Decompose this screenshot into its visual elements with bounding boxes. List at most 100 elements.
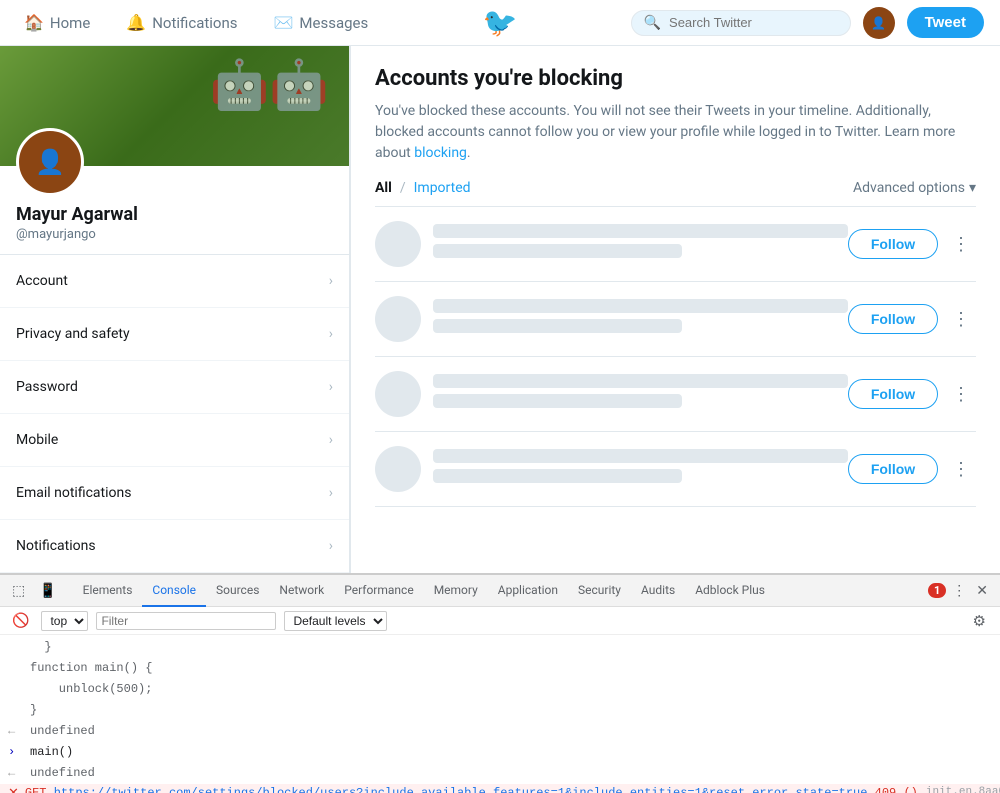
blocked-item: Follow ⋮ — [375, 282, 976, 357]
console-log-level-selector[interactable]: Default levels — [284, 611, 387, 631]
tab-security-label: Security — [578, 583, 621, 597]
blocked-actions: Follow ⋮ — [848, 229, 976, 259]
main-content: Accounts you're blocking You've blocked … — [350, 46, 1000, 573]
follow-button[interactable]: Follow — [848, 304, 938, 334]
menu-label-password: Password — [16, 379, 78, 395]
user-avatar[interactable]: 👤 — [863, 7, 895, 39]
more-options-button[interactable]: ⋮ — [946, 230, 976, 259]
tab-memory[interactable]: Memory — [424, 575, 488, 607]
profile-handle: @mayurjango — [16, 227, 333, 242]
console-output-undefined-2: ← undefined — [0, 763, 1000, 784]
devtools-device-button[interactable]: 📱 — [35, 580, 60, 601]
console-toolbar: 🚫 top Default levels ⚙ — [0, 607, 1000, 635]
nav-notifications[interactable]: 🔔 Notifications — [118, 9, 245, 36]
nav-home[interactable]: 🏠 Home — [16, 9, 98, 36]
placeholder-handle — [433, 469, 682, 483]
console-settings-button[interactable]: ⚙ — [967, 610, 992, 632]
cover-decoration: 🤖🤖 — [209, 56, 329, 113]
more-options-button[interactable]: ⋮ — [946, 305, 976, 334]
sidebar-item-mobile[interactable]: Mobile › — [0, 414, 349, 467]
search-input[interactable] — [669, 15, 838, 30]
chevron-right-icon: › — [329, 379, 333, 395]
console-body: } function main() { unblock(500); } ← un… — [0, 635, 1000, 793]
tab-elements[interactable]: Elements — [73, 575, 143, 607]
blocked-item: Follow ⋮ — [375, 207, 976, 282]
console-input-prompt: › — [8, 743, 22, 761]
advanced-options-label: Advanced options — [853, 180, 965, 196]
topnav-right: 🔍 👤 Tweet — [517, 7, 984, 39]
follow-button[interactable]: Follow — [848, 454, 938, 484]
console-code: } — [30, 638, 992, 656]
devtools-tabs-bar: ⬚ 📱 Elements Console Sources Network Per… — [0, 575, 1000, 607]
blocking-link[interactable]: blocking — [414, 145, 467, 161]
chevron-right-icon: › — [329, 485, 333, 501]
twitter-logo: 🐦 — [483, 6, 518, 39]
menu-label-mobile: Mobile — [16, 432, 58, 448]
nav-messages[interactable]: ✉️ Messages — [266, 9, 377, 36]
follow-button[interactable]: Follow — [848, 379, 938, 409]
filter-tabs: All / Imported — [375, 180, 471, 196]
tab-adblock[interactable]: Adblock Plus — [685, 575, 775, 607]
console-output-text: undefined — [30, 764, 992, 782]
tab-audits-label: Audits — [641, 583, 675, 597]
tab-console[interactable]: Console — [142, 575, 206, 607]
devtools-close-button[interactable]: ✕ — [972, 580, 992, 601]
error-file: init.en.8aa0e90...is:14 — [918, 786, 1000, 793]
sidebar-item-password[interactable]: Password › — [0, 361, 349, 414]
menu-label-privacy: Privacy and safety — [16, 326, 130, 342]
console-code: function main() { — [30, 659, 992, 677]
main-layout: 🤖🤖 👤 Mayur Agarwal @mayurjango Account ›… — [0, 46, 1000, 573]
sidebar-item-notifications[interactable]: Notifications › — [0, 520, 349, 573]
console-output-undefined-1: ← undefined — [0, 721, 1000, 742]
placeholder-name — [433, 224, 848, 238]
tab-elements-label: Elements — [83, 583, 133, 597]
console-filter-input[interactable] — [96, 612, 276, 630]
sidebar: 🤖🤖 👤 Mayur Agarwal @mayurjango Account ›… — [0, 46, 350, 573]
sidebar-item-privacy[interactable]: Privacy and safety › — [0, 308, 349, 361]
sidebar-item-email-notifications[interactable]: Email notifications › — [0, 467, 349, 520]
tab-console-label: Console — [152, 583, 196, 597]
console-context-selector[interactable]: top — [41, 611, 88, 631]
filter-imported[interactable]: Imported — [414, 180, 471, 196]
devtools-left-icons: ⬚ 📱 — [8, 580, 61, 601]
console-clear-button[interactable]: 🚫 — [8, 610, 33, 631]
tab-network-label: Network — [279, 583, 324, 597]
tab-sources-label: Sources — [216, 583, 259, 597]
profile-header: 🤖🤖 👤 — [0, 46, 349, 166]
devtools-right-icons: 1 ⋮ ✕ — [926, 580, 992, 601]
blocked-info — [433, 299, 848, 339]
console-error-line: ✕ GET https://twitter.com/settings/block… — [0, 784, 1000, 793]
tab-network[interactable]: Network — [269, 575, 334, 607]
content-area: Accounts you're blocking You've blocked … — [351, 46, 1000, 527]
advanced-options-button[interactable]: Advanced options ▾ — [853, 180, 976, 196]
more-options-button[interactable]: ⋮ — [946, 380, 976, 409]
sidebar-item-account[interactable]: Account › — [0, 255, 349, 308]
blocked-actions: Follow ⋮ — [848, 454, 976, 484]
tab-audits[interactable]: Audits — [631, 575, 685, 607]
profile-name: Mayur Agarwal — [16, 204, 333, 225]
menu-label-email: Email notifications — [16, 485, 131, 501]
chevron-right-icon: › — [329, 538, 333, 554]
placeholder-name — [433, 299, 848, 313]
profile-avatar: 👤 — [16, 128, 84, 196]
devtools-inspect-button[interactable]: ⬚ — [8, 580, 29, 601]
error-url[interactable]: https://twitter.com/settings/blocked/use… — [54, 786, 868, 793]
tab-adblock-label: Adblock Plus — [695, 583, 765, 597]
filter-all[interactable]: All — [375, 180, 392, 196]
chevron-right-icon: › — [329, 273, 333, 289]
top-navigation: 🏠 Home 🔔 Notifications ✉️ Messages 🐦 🔍 👤… — [0, 0, 1000, 46]
tab-security[interactable]: Security — [568, 575, 631, 607]
blocked-info — [433, 374, 848, 414]
follow-button[interactable]: Follow — [848, 229, 938, 259]
tab-application[interactable]: Application — [488, 575, 568, 607]
tweet-button[interactable]: Tweet — [907, 7, 984, 38]
search-bar[interactable]: 🔍 — [631, 10, 851, 36]
tab-sources[interactable]: Sources — [206, 575, 269, 607]
error-status: 409 () — [867, 786, 917, 793]
chevron-down-icon: ▾ — [969, 180, 976, 196]
more-options-button[interactable]: ⋮ — [946, 455, 976, 484]
blocked-avatar — [375, 371, 421, 417]
blocked-avatar — [375, 221, 421, 267]
tab-performance[interactable]: Performance — [334, 575, 423, 607]
devtools-more-button[interactable]: ⋮ — [948, 580, 970, 601]
